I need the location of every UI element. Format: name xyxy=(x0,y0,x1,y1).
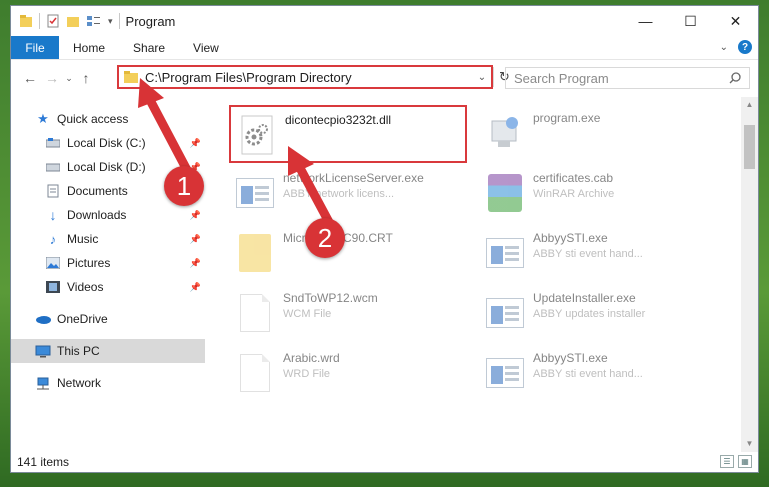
callout-1: 1 xyxy=(164,166,204,206)
arrow-1 xyxy=(145,95,193,177)
annotation-arrows xyxy=(138,78,335,229)
callout-2: 2 xyxy=(305,218,345,258)
arrow-2 xyxy=(295,163,335,229)
